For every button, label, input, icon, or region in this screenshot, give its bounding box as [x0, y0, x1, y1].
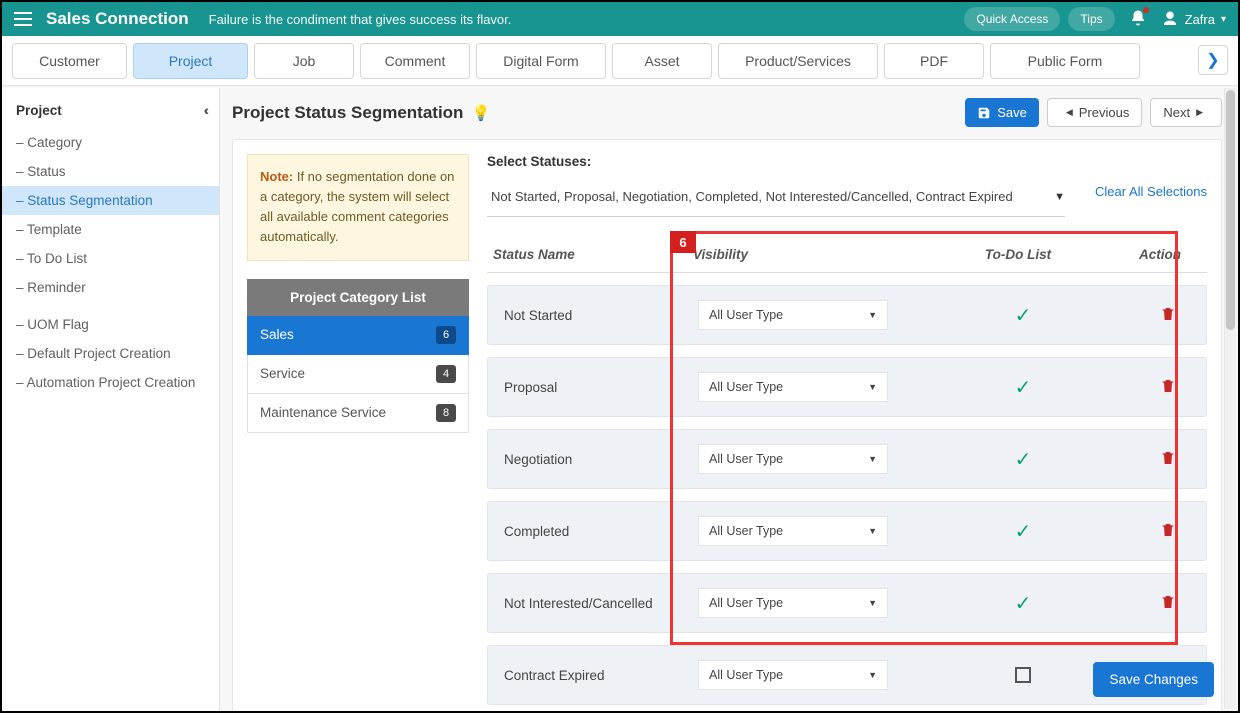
- tab-asset[interactable]: Asset: [612, 43, 712, 79]
- visibility-select[interactable]: All User Type▼: [698, 444, 888, 474]
- save-changes-button[interactable]: Save Changes: [1093, 662, 1214, 697]
- sidebar-item-default-project-creation[interactable]: – Default Project Creation: [2, 339, 219, 368]
- visibility-select[interactable]: All User Type▼: [698, 588, 888, 618]
- save-button[interactable]: Save: [965, 98, 1039, 127]
- check-icon[interactable]: ✓: [1015, 305, 1032, 327]
- top-bar: Sales Connection Failure is the condimen…: [2, 2, 1238, 36]
- main-content: Project Status Segmentation 💡 Save ◀Prev…: [220, 88, 1238, 711]
- select-statuses-label: Select Statuses:: [487, 154, 1207, 169]
- chevron-down-icon: ▾: [1221, 14, 1226, 25]
- check-icon[interactable]: ✓: [1015, 593, 1032, 615]
- status-name: Proposal: [498, 380, 698, 395]
- status-name: Not Started: [498, 308, 698, 323]
- sidebar-item-reminder[interactable]: – Reminder: [2, 273, 219, 302]
- checkbox-empty[interactable]: [1015, 667, 1031, 683]
- tab-product-services[interactable]: Product/Services: [718, 43, 878, 79]
- delete-icon[interactable]: [1160, 383, 1176, 398]
- main-tabs: Customer Project Job Comment Digital For…: [2, 36, 1238, 86]
- sidebar-item-automation-project-creation[interactable]: – Automation Project Creation: [2, 368, 219, 397]
- category-badge: 6: [436, 326, 456, 344]
- hint-bulb-icon[interactable]: 💡: [471, 104, 490, 122]
- note-label: Note:: [260, 169, 293, 184]
- sidebar-item-category[interactable]: – Category: [2, 128, 219, 157]
- user-name: Zafra: [1185, 12, 1215, 27]
- visibility-select[interactable]: All User Type▼: [698, 372, 888, 402]
- check-icon[interactable]: ✓: [1015, 377, 1032, 399]
- tips-button[interactable]: Tips: [1068, 7, 1114, 31]
- tabs-scroll-right-icon[interactable]: ❯: [1198, 45, 1228, 75]
- statuses-value: Not Started, Proposal, Negotiation, Comp…: [487, 183, 1044, 210]
- status-table-header: Status Name Visibility To-Do List Action: [487, 239, 1207, 273]
- col-status-name: Status Name: [493, 247, 693, 262]
- col-visibility: Visibility: [693, 247, 953, 262]
- menu-icon[interactable]: [14, 12, 32, 26]
- statuses-dropdown[interactable]: Not Started, Proposal, Negotiation, Comp…: [487, 183, 1065, 217]
- status-row: Not StartedAll User Type▼ ✓: [487, 285, 1207, 345]
- sidebar-item-status-segmentation[interactable]: – Status Segmentation: [2, 186, 219, 215]
- vertical-scrollbar[interactable]: [1224, 88, 1236, 709]
- tab-digital-form[interactable]: Digital Form: [476, 43, 606, 79]
- previous-button[interactable]: ◀Previous: [1047, 98, 1143, 127]
- sidebar-collapse-icon[interactable]: ‹‹: [204, 102, 205, 118]
- status-row: NegotiationAll User Type▼ ✓: [487, 429, 1207, 489]
- visibility-select[interactable]: All User Type▼: [698, 300, 888, 330]
- status-name: Negotiation: [498, 452, 698, 467]
- clear-all-selections-link[interactable]: Clear All Selections: [1095, 183, 1207, 201]
- sidebar-item-uom-flag[interactable]: – UOM Flag: [2, 310, 219, 339]
- sidebar-item-template[interactable]: – Template: [2, 215, 219, 244]
- next-button[interactable]: Next▶: [1150, 98, 1222, 127]
- tab-public-form[interactable]: Public Form: [990, 43, 1140, 79]
- sidebar-title: Project: [16, 103, 62, 118]
- tab-project[interactable]: Project: [133, 43, 248, 79]
- status-name: Contract Expired: [498, 668, 698, 683]
- sidebar: Project ‹‹ – Category – Status – Status …: [2, 88, 220, 711]
- page-title: Project Status Segmentation: [232, 103, 463, 123]
- sidebar-item-status[interactable]: – Status: [2, 157, 219, 186]
- status-row: Not Interested/CancelledAll User Type▼ ✓: [487, 573, 1207, 633]
- visibility-select[interactable]: All User Type▼: [698, 660, 888, 690]
- col-action: Action: [1083, 247, 1201, 262]
- tab-job[interactable]: Job: [254, 43, 354, 79]
- quick-access-button[interactable]: Quick Access: [964, 7, 1060, 31]
- delete-icon[interactable]: [1160, 311, 1176, 326]
- category-list-header: Project Category List: [247, 279, 469, 316]
- sidebar-item-todo-list[interactable]: – To Do List: [2, 244, 219, 273]
- category-item-service[interactable]: Service 4: [247, 355, 469, 394]
- tab-comment[interactable]: Comment: [360, 43, 470, 79]
- category-badge: 4: [436, 365, 456, 383]
- note-box: Note: If no segmentation done on a categ…: [247, 154, 469, 261]
- notifications-icon[interactable]: [1129, 9, 1147, 30]
- status-row: ProposalAll User Type▼ ✓: [487, 357, 1207, 417]
- category-item-maintenance-service[interactable]: Maintenance Service 8: [247, 394, 469, 433]
- delete-icon[interactable]: [1160, 527, 1176, 542]
- delete-icon[interactable]: [1160, 455, 1176, 470]
- col-todo: To-Do List: [953, 247, 1083, 262]
- status-name: Not Interested/Cancelled: [498, 596, 698, 611]
- status-name: Completed: [498, 524, 698, 539]
- tab-customer[interactable]: Customer: [12, 43, 127, 79]
- delete-icon[interactable]: [1160, 599, 1176, 614]
- visibility-select[interactable]: All User Type▼: [698, 516, 888, 546]
- tagline-text: Failure is the condiment that gives succ…: [209, 12, 512, 27]
- brand-title: Sales Connection: [46, 9, 189, 29]
- status-row: CompletedAll User Type▼ ✓: [487, 501, 1207, 561]
- user-menu[interactable]: Zafra ▾: [1161, 10, 1226, 28]
- category-badge: 8: [436, 404, 456, 422]
- check-icon[interactable]: ✓: [1015, 521, 1032, 543]
- category-item-sales[interactable]: Sales 6: [247, 316, 469, 355]
- tab-pdf[interactable]: PDF: [884, 43, 984, 79]
- chevron-down-icon: ▼: [1054, 191, 1065, 203]
- check-icon[interactable]: ✓: [1015, 449, 1032, 471]
